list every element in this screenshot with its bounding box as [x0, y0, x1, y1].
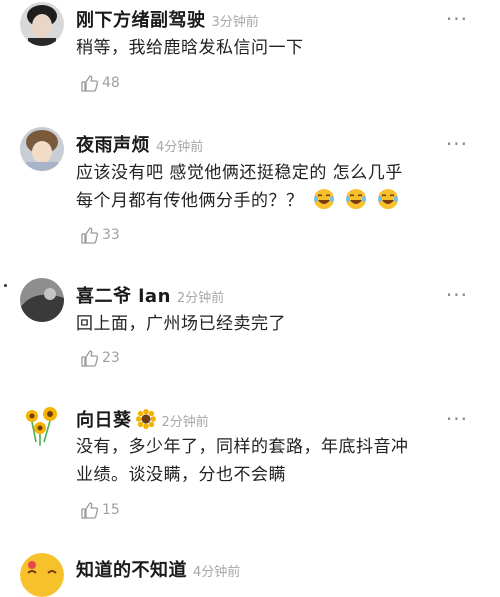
- laughing-tears-emoji: [314, 189, 335, 209]
- like-count: 15: [102, 502, 120, 518]
- like-count: 33: [102, 227, 120, 243]
- thumbs-up-icon: [81, 75, 99, 92]
- comment-time: 3分钟前: [211, 15, 259, 30]
- like-button[interactable]: 15: [80, 500, 120, 520]
- comment-author[interactable]: 向日葵 2分钟前: [76, 406, 209, 432]
- avatar[interactable]: [20, 2, 64, 46]
- more-dots-icon[interactable]: ···: [446, 285, 468, 305]
- more-dots-icon[interactable]: ···: [446, 409, 468, 429]
- comment-time: 2分钟前: [176, 291, 225, 306]
- comment-text: 应该没有吧 感觉他俩还挺稳定的 怎么几乎 每个月都有传他俩分手的？？: [76, 160, 486, 214]
- thumbs-up-icon: [81, 227, 99, 244]
- like-button[interactable]: 23: [80, 348, 120, 368]
- comment-author[interactable]: 夜雨声烦 4分钟前: [76, 131, 203, 157]
- comment-time: 4分钟前: [156, 140, 204, 155]
- comment-line: 业绩。谈没瞒，分也不会瞒: [76, 465, 286, 485]
- avatar[interactable]: [20, 402, 64, 446]
- like-count: 23: [102, 350, 120, 366]
- comment-line: 回上面，广州场已经卖完了: [76, 314, 286, 334]
- like-count: 48: [102, 75, 120, 91]
- comment-line: 应该没有吧 感觉他俩还挺稳定的 怎么几乎: [76, 163, 403, 183]
- sunflower-emoji: [135, 409, 156, 429]
- comment-line: 稍等，我给鹿晗发私信问一下: [76, 38, 304, 58]
- comment-text: 回上面，广州场已经卖完了: [76, 311, 486, 337]
- like-button[interactable]: 33: [80, 225, 120, 245]
- more-dots-icon[interactable]: ···: [446, 134, 468, 154]
- more-dots-icon[interactable]: ···: [446, 9, 468, 29]
- avatar[interactable]: [20, 553, 64, 597]
- comment-author[interactable]: 喜二爷 lan 2分钟前: [76, 282, 224, 308]
- author-name[interactable]: 夜雨声烦: [76, 135, 150, 156]
- author-name[interactable]: 向日葵: [76, 410, 132, 431]
- comment-line-with-emoji: 每个月都有传他俩分手的？？: [76, 188, 486, 214]
- laughing-tears-emoji: [346, 189, 367, 209]
- thumbs-up-icon: [81, 350, 99, 367]
- comment-text: 稍等，我给鹿晗发私信问一下: [76, 35, 486, 61]
- author-name[interactable]: 刚下方绪副驾驶: [76, 10, 206, 31]
- thumbs-up-icon: [81, 502, 99, 519]
- avatar[interactable]: [20, 127, 64, 171]
- laughing-tears-emoji: [378, 189, 399, 209]
- like-button[interactable]: 48: [80, 73, 120, 93]
- author-name[interactable]: 知道的不知道: [76, 560, 187, 581]
- comment-author[interactable]: 刚下方绪副驾驶 3分钟前: [76, 6, 259, 32]
- comment-line: 每个月都有传他俩分手的？？: [76, 191, 304, 211]
- avatar[interactable]: [20, 278, 64, 322]
- comment-line: 没有，多少年了，同样的套路，年底抖音冲: [76, 437, 409, 457]
- comment-text: 没有，多少年了，同样的套路，年底抖音冲 业绩。谈没瞒，分也不会瞒: [76, 434, 486, 488]
- author-name[interactable]: 喜二爷 lan: [76, 286, 171, 307]
- stray-dot: [4, 284, 7, 287]
- comment-time: 2分钟前: [161, 415, 209, 430]
- comment-time: 4分钟前: [193, 565, 241, 580]
- comment-author[interactable]: 知道的不知道 4分钟前: [76, 556, 240, 582]
